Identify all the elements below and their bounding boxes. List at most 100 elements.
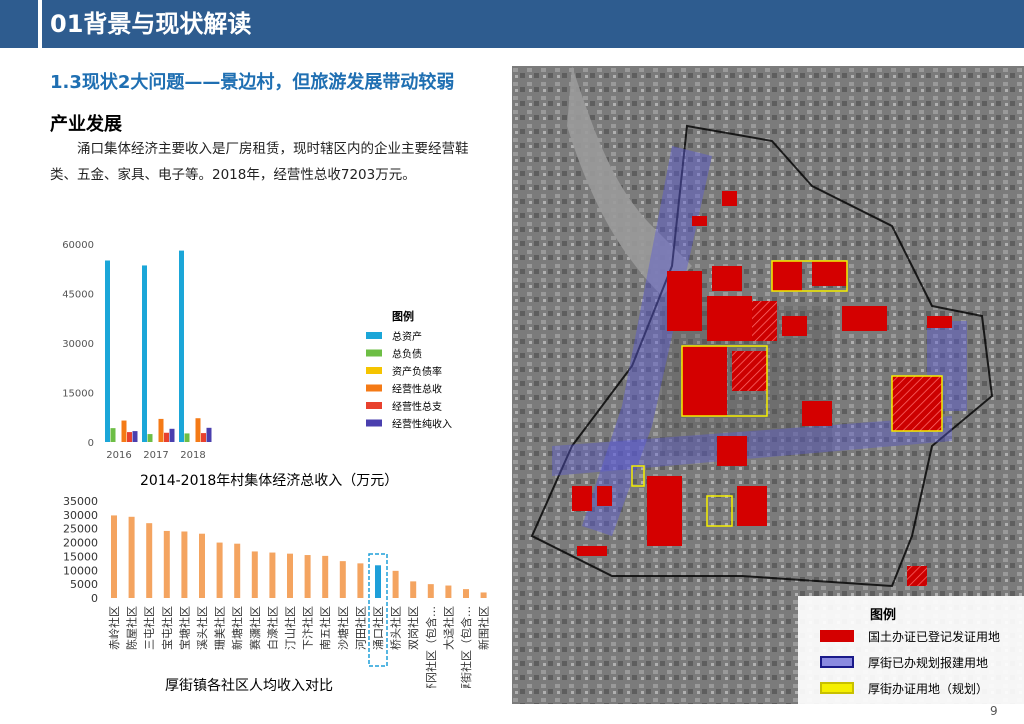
legend-swatch-经营性总支 bbox=[366, 402, 382, 409]
bar-三屯社区 bbox=[146, 523, 153, 598]
y-tick-label: 20000 bbox=[63, 537, 98, 550]
bar-新塘社区 bbox=[234, 543, 241, 598]
x-tick-label: 桥头社区 bbox=[389, 606, 403, 650]
x-tick-label: 涌口社区 bbox=[371, 606, 385, 650]
x-tick-label: 宝屯社区 bbox=[160, 606, 174, 650]
bar-总资产-2016 bbox=[105, 260, 110, 442]
x-tick-label: 溪头社区 bbox=[195, 606, 209, 650]
legend-swatch-经营性总收 bbox=[366, 384, 382, 392]
bar-经营性总收-2016 bbox=[121, 420, 127, 442]
income-chart-title: 2014-2018年村集体经济总收入（万元） bbox=[140, 473, 399, 489]
legend-swatch-blue bbox=[820, 656, 854, 668]
legend-swatch-总负债 bbox=[366, 349, 382, 357]
x-tick-label: 2018 bbox=[180, 450, 205, 461]
bar-经营性总支-2017 bbox=[164, 432, 169, 442]
bar-南五社区 bbox=[322, 555, 329, 598]
bar-经营性纯收入-2018 bbox=[206, 427, 212, 442]
page-number: 9 bbox=[990, 704, 998, 718]
bar-沙塘社区 bbox=[339, 561, 346, 598]
x-tick-label: 2017 bbox=[143, 450, 168, 461]
x-tick-label: 宝塘社区 bbox=[177, 606, 191, 650]
x-tick-label: 新塘社区 bbox=[230, 606, 244, 650]
bar-经营性总支-2018 bbox=[201, 433, 206, 442]
section-subtitle: 1.3现状2大问题——景边村，但旅游发展带动较弱 bbox=[50, 72, 455, 93]
x-tick-label: 三屯社区 bbox=[142, 606, 156, 650]
x-tick-label: 河田社区 bbox=[353, 606, 367, 650]
x-tick-label: 大迳社区 bbox=[441, 606, 455, 650]
bar-宝塘社区 bbox=[181, 531, 188, 598]
bar-珊美社区 bbox=[216, 542, 223, 598]
bar-汀山社区 bbox=[287, 553, 293, 598]
y-tick-label: 60000 bbox=[62, 240, 94, 251]
legend-swatch-总资产 bbox=[366, 332, 382, 339]
bar-赤岭社区 bbox=[111, 515, 117, 598]
y-tick-label: 25000 bbox=[63, 523, 98, 536]
chart-legend-title: 图例 bbox=[392, 309, 414, 323]
bar-总负债-2016 bbox=[110, 428, 116, 442]
y-tick-label: 15000 bbox=[63, 550, 98, 563]
x-tick-label: 赤岭社区 bbox=[107, 606, 121, 650]
bar-大迳社区 bbox=[445, 585, 452, 598]
legend-swatch-red bbox=[820, 630, 854, 642]
map-legend: 图例 国土办证已登记发证用地 厚街已办规划报建用地 厚街办证用地（规划） bbox=[798, 596, 1024, 704]
bar-经营性总收-2018 bbox=[195, 418, 201, 442]
bar-赛瀰社区 bbox=[251, 551, 258, 598]
y-tick-label: 30000 bbox=[63, 509, 98, 522]
bar-厚街社区（包含… bbox=[463, 589, 469, 598]
legend-swatch-经营性纯收入 bbox=[366, 419, 382, 427]
x-tick-label: 2016 bbox=[106, 450, 131, 461]
bar-白濠社区 bbox=[269, 552, 276, 598]
body-paragraph: 涌口集体经济主要收入是厂房租赁，现时辖区内的企业主要经营鞋类、五金、家具、电子等… bbox=[50, 141, 469, 183]
header-bar: 01背景与现状解读 bbox=[0, 0, 1024, 48]
x-tick-label: 下汴社区 bbox=[301, 606, 315, 650]
y-tick-label: 0 bbox=[91, 592, 98, 605]
map-legend-title: 图例 bbox=[870, 608, 897, 623]
legend-label: 经营性总支 bbox=[392, 400, 442, 413]
legend-label: 总负债 bbox=[392, 348, 422, 361]
bar-宝屯社区 bbox=[163, 530, 170, 598]
x-tick-label: 环冈社区（包含… bbox=[424, 606, 438, 688]
legend-label: 厚街已办规划报建用地 bbox=[868, 656, 989, 670]
bar-下汴社区 bbox=[304, 555, 311, 598]
bar-新围社区 bbox=[480, 592, 487, 598]
legend-swatch-yellow bbox=[820, 682, 854, 694]
x-tick-label: 白濠社区 bbox=[265, 606, 279, 650]
y-tick-label: 45000 bbox=[62, 290, 94, 301]
bar-经营性总收-2017 bbox=[158, 418, 164, 442]
bar-桥头社区 bbox=[392, 570, 399, 598]
community-income-bar-chart: 35000300002500020000150001000050000 赤岭社区陈… bbox=[63, 495, 491, 688]
x-tick-label: 汀山社区 bbox=[283, 606, 297, 650]
bar-涌口社区 bbox=[375, 565, 381, 598]
y-tick-label: 30000 bbox=[62, 339, 94, 350]
y-tick-label: 15000 bbox=[62, 389, 94, 400]
x-tick-label: 沙塘社区 bbox=[336, 606, 350, 650]
bar-陈屋社区 bbox=[128, 516, 135, 598]
per-capita-caption: 厚街镇各社区人均收入对比 bbox=[165, 678, 333, 694]
legend-label: 国土办证已登记发证用地 bbox=[868, 630, 1001, 644]
legend-label: 经营性纯收入 bbox=[392, 418, 452, 431]
bar-总负债-2017 bbox=[147, 434, 153, 442]
header-accent bbox=[38, 0, 42, 48]
bar-经营性纯收入-2017 bbox=[169, 428, 175, 442]
bar-环冈社区（包含… bbox=[427, 584, 434, 598]
bar-经营性纯收入-2016 bbox=[132, 431, 138, 442]
x-tick-label: 厚街社区（包含… bbox=[459, 606, 473, 688]
legend-label: 资产负债率 bbox=[392, 365, 442, 378]
bar-总资产-2018 bbox=[179, 250, 184, 442]
page-title: 01背景与现状解读 bbox=[50, 10, 252, 38]
industry-heading: 产业发展 bbox=[50, 114, 122, 135]
x-tick-label: 双岗社区 bbox=[406, 606, 420, 650]
bar-河田社区 bbox=[357, 563, 364, 598]
y-tick-label: 35000 bbox=[63, 495, 98, 508]
legend-label: 厚街办证用地（规划） bbox=[868, 682, 989, 696]
y-tick-label: 0 bbox=[88, 438, 94, 449]
bar-溪头社区 bbox=[199, 533, 205, 598]
x-tick-label: 陈屋社区 bbox=[125, 606, 139, 650]
y-tick-label: 5000 bbox=[70, 578, 98, 591]
bar-总资产-2017 bbox=[142, 265, 147, 442]
assets-bar-chart: 60000 45000 30000 15000 0 2016 2017 2018 图例总资产总负… bbox=[62, 240, 452, 461]
x-tick-label: 珊美社区 bbox=[213, 606, 227, 650]
y-tick-label: 10000 bbox=[63, 564, 98, 577]
legend-swatch-资产负债率 bbox=[366, 367, 382, 374]
bar-经营性总支-2016 bbox=[127, 432, 132, 442]
